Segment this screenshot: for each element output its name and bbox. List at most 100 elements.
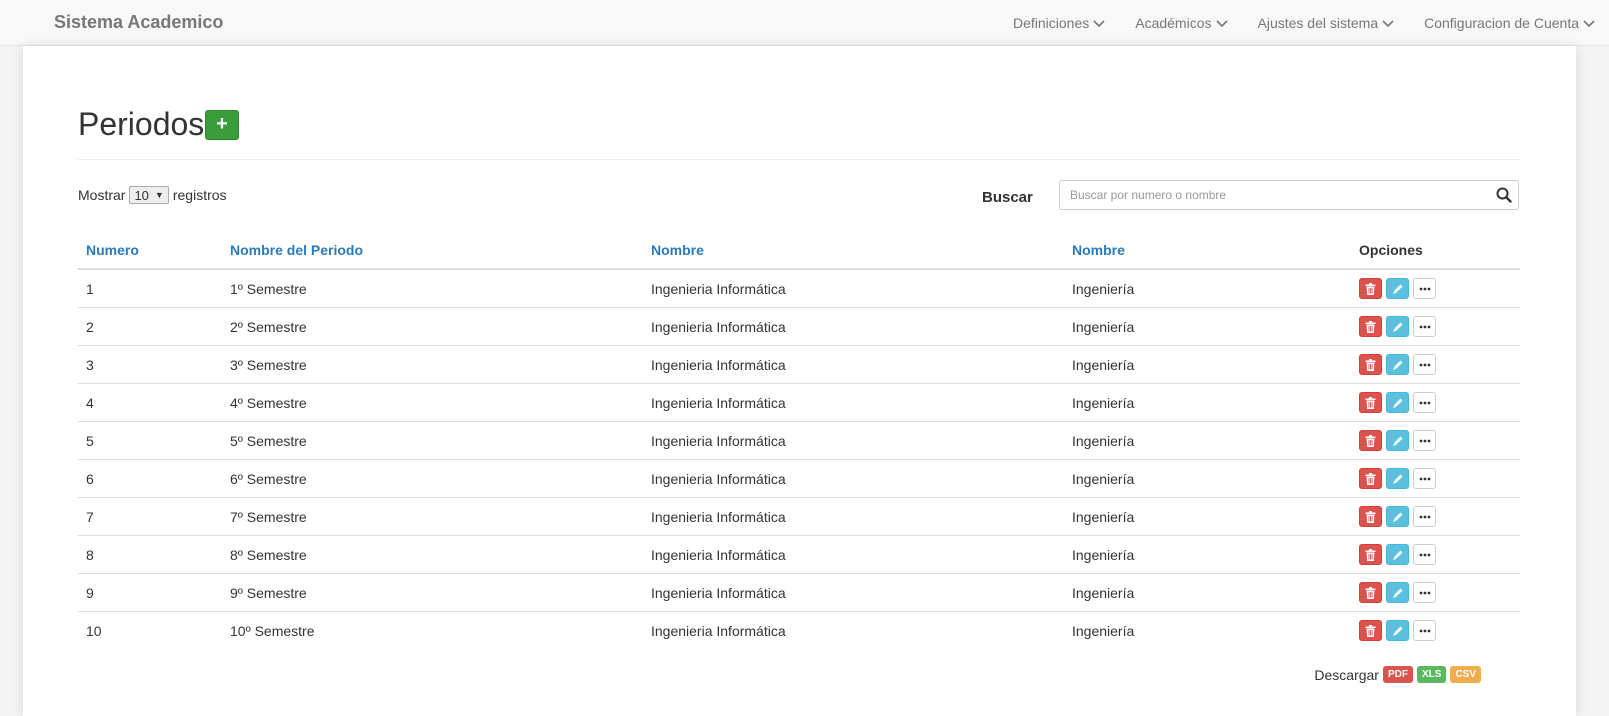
nav-menu-item[interactable]: Definiciones xyxy=(1013,15,1105,31)
more-options-button[interactable] xyxy=(1413,620,1436,641)
more-options-button[interactable] xyxy=(1413,430,1436,451)
cell-nombre: Ingenieria Informática xyxy=(643,535,1064,574)
cell-numero: 7 xyxy=(78,497,222,536)
nav-menu-item[interactable]: Ajustes del sistema xyxy=(1258,15,1395,31)
more-options-button[interactable] xyxy=(1413,544,1436,565)
cell-nombre: Ingenieria Informática xyxy=(643,268,1064,308)
cell-nombre: Ingenieria Informática xyxy=(643,345,1064,384)
column-header-nombre-periodo[interactable]: Nombre del Periodo xyxy=(222,231,643,270)
cell-periodo: 10º Semestre xyxy=(222,611,643,649)
column-header-nombre[interactable]: Nombre xyxy=(643,231,1064,270)
chevron-down-icon xyxy=(1378,15,1394,31)
cell-periodo: 8º Semestre xyxy=(222,535,643,574)
row-actions xyxy=(1359,506,1512,527)
download-pdf-button[interactable]: PDF xyxy=(1382,666,1413,683)
cell-opciones xyxy=(1351,459,1520,498)
select-arrow-icon: ▼ xyxy=(154,190,164,200)
cell-nombre: Ingenieria Informática xyxy=(643,459,1064,498)
download-xls-button[interactable]: XLS xyxy=(1416,666,1447,683)
trash-icon xyxy=(1365,548,1376,561)
delete-button[interactable] xyxy=(1359,620,1382,641)
edit-button[interactable] xyxy=(1386,392,1409,413)
edit-button[interactable] xyxy=(1386,278,1409,299)
trash-icon xyxy=(1365,472,1376,485)
column-header-numero[interactable]: Numero xyxy=(78,231,222,270)
edit-button[interactable] xyxy=(1386,582,1409,603)
edit-button[interactable] xyxy=(1386,354,1409,375)
ellipsis-icon xyxy=(1419,325,1431,329)
delete-button[interactable] xyxy=(1359,506,1382,527)
cell-nombre2: Ingeniería xyxy=(1064,611,1351,649)
cell-numero: 4 xyxy=(78,383,222,422)
cell-numero: 3 xyxy=(78,345,222,384)
ellipsis-icon xyxy=(1419,401,1431,405)
nav-menu-label: Definiciones xyxy=(1012,15,1090,31)
cell-opciones xyxy=(1351,535,1520,574)
delete-button[interactable] xyxy=(1359,316,1382,337)
more-options-button[interactable] xyxy=(1413,582,1436,603)
edit-button[interactable] xyxy=(1386,430,1409,451)
delete-button[interactable] xyxy=(1359,278,1382,299)
column-header-nombre-2[interactable]: Nombre xyxy=(1064,231,1351,270)
page-length-select[interactable]: 10 ▼ xyxy=(129,186,169,204)
column-header-opciones: Opciones xyxy=(1351,231,1520,270)
download-csv-button[interactable]: CSV xyxy=(1450,666,1481,683)
row-actions xyxy=(1359,468,1512,489)
more-options-button[interactable] xyxy=(1413,392,1436,413)
nav-menu-label: Configuracion de Cuenta xyxy=(1424,15,1579,31)
more-options-button[interactable] xyxy=(1413,506,1436,527)
cell-numero: 5 xyxy=(78,421,222,460)
cell-periodo: 2º Semestre xyxy=(222,307,643,346)
row-actions xyxy=(1359,544,1512,565)
periods-table: Numero Nombre del Periodo Nombre Nombre … xyxy=(78,231,1520,649)
cell-numero: 2 xyxy=(78,307,222,346)
cell-opciones xyxy=(1351,345,1520,384)
pencil-icon xyxy=(1392,625,1404,637)
edit-button[interactable] xyxy=(1386,468,1409,489)
nav-menu-item[interactable]: Académicos xyxy=(1135,15,1228,31)
trash-icon xyxy=(1365,624,1376,637)
row-actions xyxy=(1359,316,1512,337)
cell-numero: 6 xyxy=(78,459,222,498)
delete-button[interactable] xyxy=(1359,354,1382,375)
navbar-brand[interactable]: Sistema Academico xyxy=(54,12,223,33)
add-period-button[interactable]: + xyxy=(205,110,239,140)
delete-button[interactable] xyxy=(1359,468,1382,489)
table-row: 8 8º Semestre Ingenieria Informática Ingeni… xyxy=(78,535,1520,574)
pencil-icon xyxy=(1392,473,1404,485)
cell-nombre: Ingenieria Informática xyxy=(643,307,1064,346)
nav-menu-item[interactable]: Configuracion de Cuenta xyxy=(1424,15,1595,31)
search-icon[interactable] xyxy=(1496,187,1512,206)
cell-numero: 10 xyxy=(78,611,222,649)
more-options-button[interactable] xyxy=(1413,468,1436,489)
cell-numero: 1 xyxy=(78,268,222,308)
ellipsis-icon xyxy=(1419,515,1431,519)
row-actions xyxy=(1359,430,1512,451)
more-options-button[interactable] xyxy=(1413,316,1436,337)
page-title: Periodos xyxy=(78,106,205,142)
delete-button[interactable] xyxy=(1359,392,1382,413)
delete-button[interactable] xyxy=(1359,582,1382,603)
table-row: 4 4º Semestre Ingenieria Informática Ingeni… xyxy=(78,383,1520,422)
page-length-value: 10 xyxy=(134,187,149,203)
edit-button[interactable] xyxy=(1386,544,1409,565)
cell-nombre2: Ingeniería xyxy=(1064,345,1351,384)
download-label: Descargar xyxy=(1314,666,1379,683)
delete-button[interactable] xyxy=(1359,430,1382,451)
cell-opciones xyxy=(1351,268,1520,308)
edit-button[interactable] xyxy=(1386,620,1409,641)
navbar-menu: Definiciones Académicos Ajustes del sistem… xyxy=(983,0,1595,46)
table-row: 2 2º Semestre Ingenieria Informática Ingeni… xyxy=(78,307,1520,346)
edit-button[interactable] xyxy=(1386,506,1409,527)
search-input[interactable] xyxy=(1060,181,1500,209)
ellipsis-icon xyxy=(1419,591,1431,595)
more-options-button[interactable] xyxy=(1413,354,1436,375)
pencil-icon xyxy=(1392,283,1404,295)
edit-button[interactable] xyxy=(1386,316,1409,337)
delete-button[interactable] xyxy=(1359,544,1382,565)
cell-nombre: Ingenieria Informática xyxy=(643,421,1064,460)
cell-periodo: 3º Semestre xyxy=(222,345,643,384)
trash-icon xyxy=(1365,434,1376,447)
table-row: 1 1º Semestre Ingenieria Informática Ingeni… xyxy=(78,268,1520,308)
more-options-button[interactable] xyxy=(1413,278,1436,299)
